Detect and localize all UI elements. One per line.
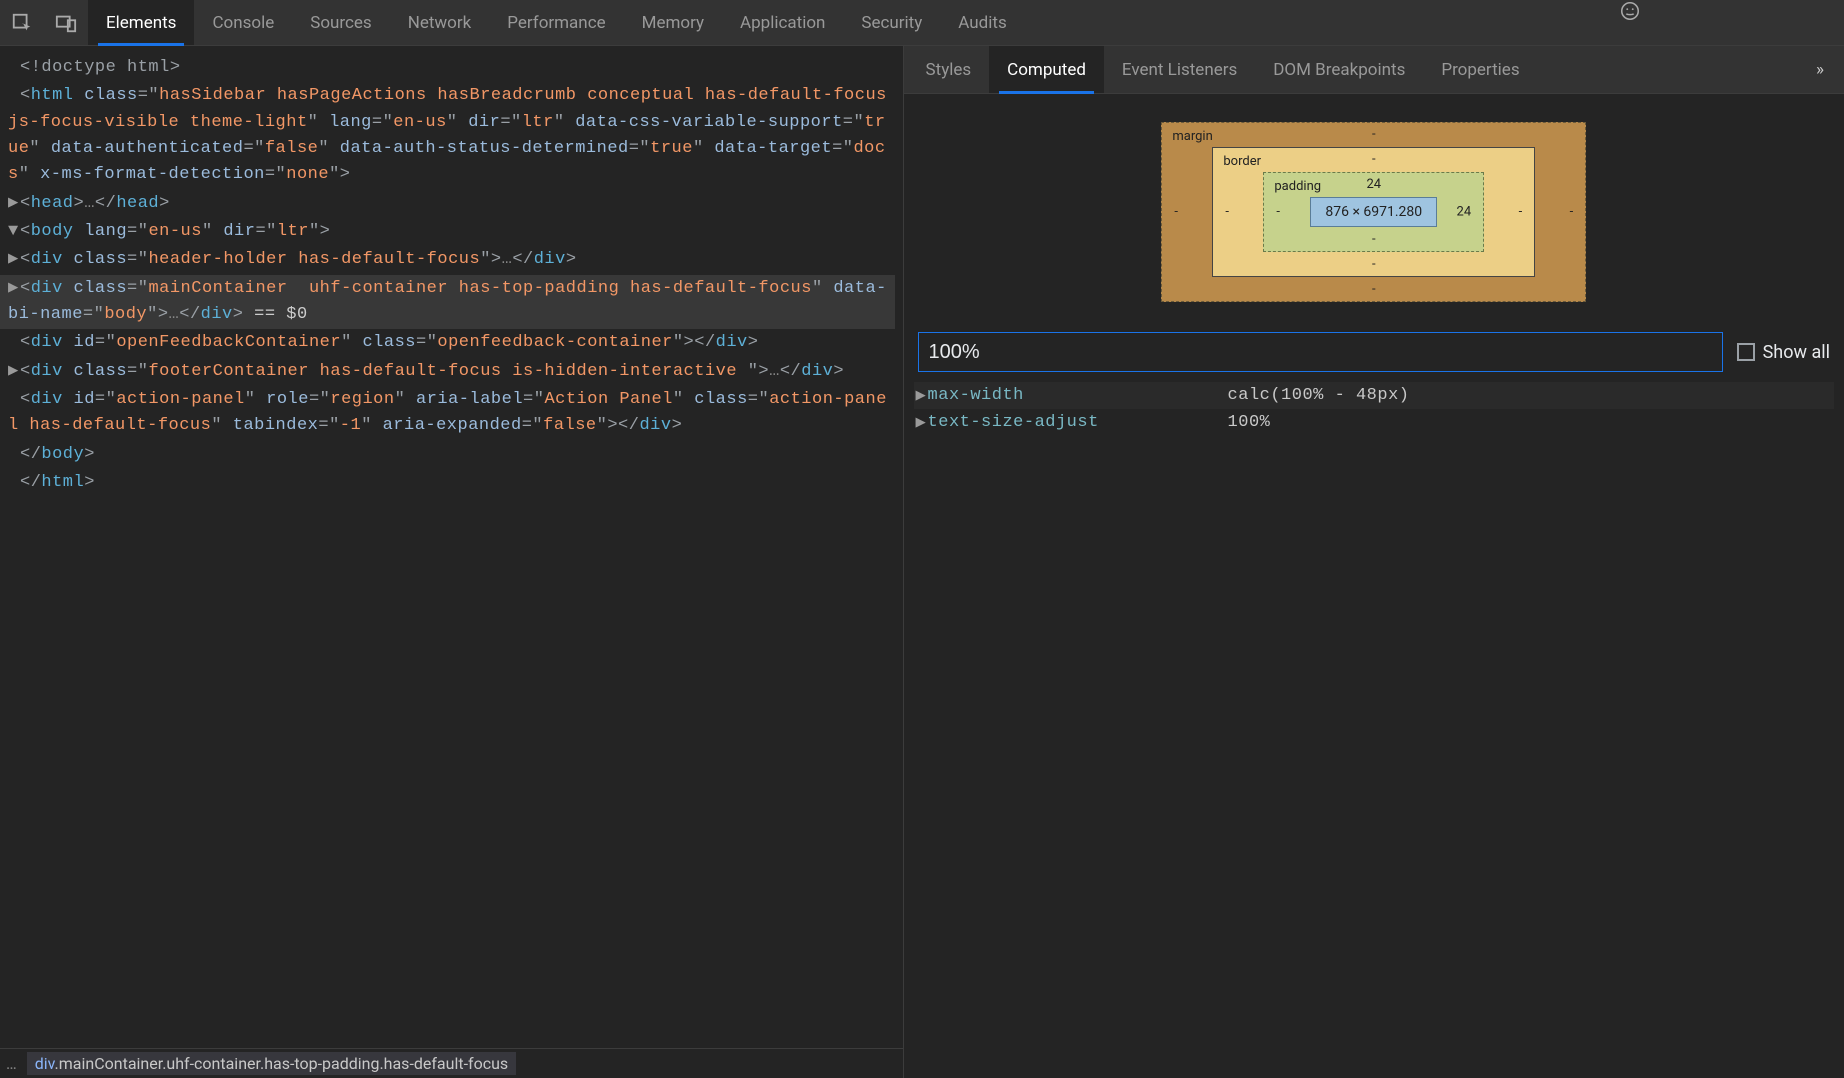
- computed-properties: ▶max-widthcalc(100% - 48px)▶text-size-ad…: [904, 382, 1844, 436]
- dom-node[interactable]: ▶<div class="mainContainer uhf-container…: [0, 275, 895, 330]
- caret-down-icon[interactable]: ▼: [8, 219, 20, 245]
- breadcrumb-overflow-icon[interactable]: …: [6, 1054, 17, 1073]
- box-model-padding[interactable]: padding 24 - - 24 876 × 6971.280: [1263, 172, 1484, 252]
- computed-property-row[interactable]: ▶max-widthcalc(100% - 48px): [914, 382, 1834, 409]
- property-name: text-size-adjust: [928, 413, 1228, 432]
- caret-right-icon[interactable]: ▶: [8, 276, 20, 302]
- dom-node[interactable]: </body>: [8, 441, 895, 469]
- dom-node[interactable]: ▶<head>…</head>: [8, 190, 895, 218]
- inspect-icon[interactable]: [0, 0, 44, 45]
- dom-node[interactable]: ▶<div class="footerContainer has-default…: [8, 358, 895, 386]
- subtab-styles[interactable]: Styles: [908, 46, 990, 93]
- tab-audits[interactable]: Audits: [940, 0, 1024, 45]
- checkbox-icon[interactable]: [1737, 343, 1755, 361]
- tab-security[interactable]: Security: [843, 0, 940, 45]
- subtab-dom-breakpoints[interactable]: DOM Breakpoints: [1255, 46, 1423, 93]
- caret-right-icon[interactable]: ▶: [916, 412, 928, 433]
- styles-subtabs: StylesComputedEvent ListenersDOM Breakpo…: [904, 46, 1844, 94]
- subtab-event-listeners[interactable]: Event Listeners: [1104, 46, 1255, 93]
- dom-node[interactable]: <html class="hasSidebar hasPageActions h…: [8, 82, 895, 189]
- tab-console[interactable]: Console: [194, 0, 292, 45]
- tab-network[interactable]: Network: [390, 0, 490, 45]
- dom-node[interactable]: <!doctype html>: [8, 54, 895, 82]
- tab-memory[interactable]: Memory: [624, 0, 722, 45]
- box-model-margin[interactable]: margin - - - - border - - - - padding 24: [1161, 122, 1586, 302]
- show-all-toggle[interactable]: Show all: [1737, 342, 1830, 363]
- dom-node[interactable]: ▼<body lang="en-us" dir="ltr">: [8, 218, 895, 246]
- device-toggle-icon[interactable]: [44, 0, 88, 45]
- tab-elements[interactable]: Elements: [88, 0, 194, 45]
- dom-node[interactable]: </html>: [8, 469, 895, 497]
- dom-node[interactable]: <div id="openFeedbackContainer" class="o…: [8, 329, 895, 357]
- caret-right-icon[interactable]: ▶: [8, 247, 20, 273]
- subtab-computed[interactable]: Computed: [989, 46, 1104, 93]
- box-model-border[interactable]: border - - - - padding 24 - - 24 876 × 6…: [1212, 147, 1535, 277]
- tab-application[interactable]: Application: [722, 0, 843, 45]
- property-name: max-width: [928, 386, 1228, 405]
- breadcrumb[interactable]: … div.mainContainer.uhf-container.has-to…: [0, 1048, 903, 1078]
- caret-right-icon[interactable]: ▶: [8, 359, 20, 385]
- devtools-top-tabbar: ElementsConsoleSourcesNetworkPerformance…: [0, 0, 1844, 46]
- dom-node[interactable]: ▶<div class="header-holder has-default-f…: [8, 246, 895, 274]
- property-value: 100%: [1228, 413, 1271, 432]
- breadcrumb-path[interactable]: div.mainContainer.uhf-container.has-top-…: [27, 1052, 516, 1075]
- subtab-properties[interactable]: Properties: [1423, 46, 1537, 93]
- feedback-icon[interactable]: [1619, 0, 1641, 27]
- tab-performance[interactable]: Performance: [489, 0, 623, 45]
- property-value: calc(100% - 48px): [1228, 386, 1410, 405]
- computed-filter-input[interactable]: [918, 332, 1723, 372]
- dom-tree[interactable]: <!doctype html><html class="hasSidebar h…: [0, 46, 903, 1048]
- dom-node[interactable]: <div id="action-panel" role="region" ari…: [8, 386, 895, 441]
- computed-property-row[interactable]: ▶text-size-adjust100%: [914, 409, 1834, 436]
- caret-right-icon[interactable]: ▶: [8, 191, 20, 217]
- box-model: margin - - - - border - - - - padding 24: [904, 94, 1844, 326]
- tab-sources[interactable]: Sources: [292, 0, 389, 45]
- caret-right-icon[interactable]: ▶: [916, 385, 928, 406]
- box-model-content[interactable]: 876 × 6971.280: [1310, 197, 1437, 227]
- subtabs-overflow-icon[interactable]: »: [1800, 46, 1840, 93]
- top-tabs: ElementsConsoleSourcesNetworkPerformance…: [88, 0, 1025, 45]
